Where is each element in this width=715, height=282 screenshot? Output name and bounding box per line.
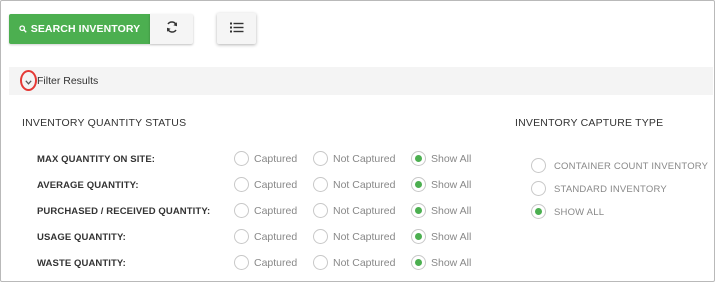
- max-quantity-show-all-radio[interactable]: [411, 151, 426, 166]
- refresh-icon: [165, 20, 179, 39]
- filter-results-bar: Filter Results: [9, 67, 713, 95]
- not-captured-label: Not Captured: [333, 179, 396, 191]
- usage-quantity-show-all-radio[interactable]: [411, 229, 426, 244]
- waste-quantity-show-all-radio[interactable]: [411, 255, 426, 270]
- show-all-label: Show All: [431, 153, 472, 165]
- show-all-label: Show All: [431, 205, 472, 217]
- captured-label: Captured: [254, 153, 298, 165]
- max-quantity-captured-radio[interactable]: [234, 151, 249, 166]
- row-label-purchased-received-quantity: PURCHASED / RECEIVED QUANTITY:: [37, 206, 211, 217]
- filter-panel: SEARCH INVENTORY Filter Results INVENTOR…: [0, 0, 715, 282]
- quantity-status-title: INVENTORY QUANTITY STATUS: [22, 117, 187, 129]
- captured-label: Captured: [254, 205, 298, 217]
- captured-label: Captured: [254, 257, 298, 269]
- row-label-max-quantity: MAX QUANTITY ON SITE:: [37, 154, 156, 165]
- show-all-label: Show All: [431, 257, 472, 269]
- waste-quantity-not-captured-radio[interactable]: [313, 255, 328, 270]
- list-icon: [229, 20, 244, 38]
- list-view-button[interactable]: [217, 13, 256, 44]
- standard-inventory-radio[interactable]: [531, 181, 546, 196]
- capture-type-title: INVENTORY CAPTURE TYPE: [515, 117, 664, 129]
- average-quantity-show-all-radio[interactable]: [411, 177, 426, 192]
- captured-label: Captured: [254, 231, 298, 243]
- row-label-usage-quantity: USAGE QUANTITY:: [37, 232, 126, 243]
- average-quantity-not-captured-radio[interactable]: [313, 177, 328, 192]
- captured-label: Captured: [254, 179, 298, 191]
- show-all-capture-label: SHOW ALL: [554, 207, 605, 218]
- refresh-button[interactable]: [150, 14, 193, 44]
- usage-quantity-not-captured-radio[interactable]: [313, 229, 328, 244]
- max-quantity-not-captured-radio[interactable]: [313, 151, 328, 166]
- search-icon: [19, 25, 27, 33]
- not-captured-label: Not Captured: [333, 205, 396, 217]
- not-captured-label: Not Captured: [333, 231, 396, 243]
- search-inventory-label: SEARCH INVENTORY: [30, 23, 141, 35]
- not-captured-label: Not Captured: [333, 153, 396, 165]
- chevron-down-icon: [25, 72, 32, 90]
- show-all-label: Show All: [431, 179, 472, 191]
- usage-quantity-captured-radio[interactable]: [234, 229, 249, 244]
- show-all-label: Show All: [431, 231, 472, 243]
- row-label-waste-quantity: WASTE QUANTITY:: [37, 258, 126, 269]
- show-all-capture-radio[interactable]: [531, 204, 546, 219]
- purchased-quantity-not-captured-radio[interactable]: [313, 203, 328, 218]
- waste-quantity-captured-radio[interactable]: [234, 255, 249, 270]
- filter-toggle[interactable]: [20, 70, 37, 91]
- container-count-inventory-radio[interactable]: [531, 158, 546, 173]
- not-captured-label: Not Captured: [333, 257, 396, 269]
- filter-results-label: Filter Results: [37, 75, 99, 87]
- container-count-inventory-label: CONTAINER COUNT INVENTORY: [554, 161, 709, 172]
- row-label-average-quantity: AVERAGE QUANTITY:: [37, 180, 139, 191]
- purchased-quantity-show-all-radio[interactable]: [411, 203, 426, 218]
- search-inventory-button[interactable]: SEARCH INVENTORY: [9, 14, 150, 44]
- purchased-quantity-captured-radio[interactable]: [234, 203, 249, 218]
- average-quantity-captured-radio[interactable]: [234, 177, 249, 192]
- standard-inventory-label: STANDARD INVENTORY: [554, 184, 667, 195]
